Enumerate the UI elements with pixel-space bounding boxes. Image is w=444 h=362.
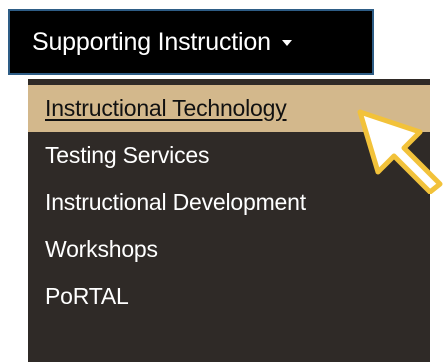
- menu-item-portal[interactable]: PoRTAL: [28, 273, 430, 320]
- menu-item-workshops[interactable]: Workshops: [28, 226, 430, 273]
- supporting-instruction-dropdown-toggle[interactable]: Supporting Instruction: [8, 9, 374, 75]
- menu-item-testing-services[interactable]: Testing Services: [28, 132, 430, 179]
- menu-item-label: Instructional Technology: [45, 95, 287, 121]
- menu-item-instructional-technology[interactable]: Instructional Technology: [28, 85, 430, 132]
- caret-down-icon: [281, 40, 292, 46]
- menu-item-label: Instructional Development: [45, 189, 306, 215]
- dropdown-toggle-label: Supporting Instruction: [32, 27, 271, 56]
- menu-item-label: Workshops: [45, 236, 158, 262]
- menu-item-label: PoRTAL: [45, 283, 129, 309]
- dropdown-menu: Instructional Technology Testing Service…: [28, 79, 430, 362]
- menu-item-label: Testing Services: [45, 142, 210, 168]
- menu-item-instructional-development[interactable]: Instructional Development: [28, 179, 430, 226]
